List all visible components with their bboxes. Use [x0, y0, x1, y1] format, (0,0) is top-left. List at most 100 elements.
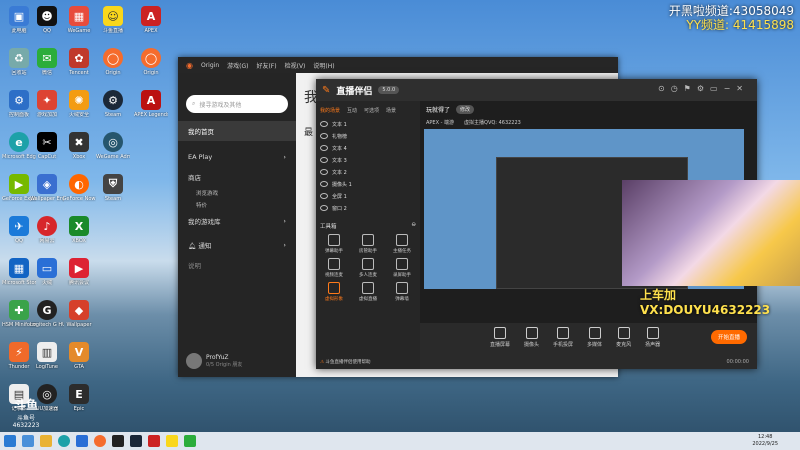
sidebar-sub-deals[interactable]: 特价 [178, 199, 296, 211]
desktop-icon[interactable]: ☻ QQ [30, 6, 64, 46]
taskbar-search-icon[interactable] [22, 435, 34, 447]
gta-icon: V [69, 342, 89, 362]
desktop-icon[interactable]: ◎WeGame Admin [96, 132, 130, 172]
sidebar-item-ea-play[interactable]: EA Play › [178, 147, 296, 167]
desktop-icon[interactable]: A APEX Legends [134, 90, 168, 130]
camera-button[interactable]: 摄像头 [524, 327, 539, 348]
capcut-icon: ✂ [37, 132, 57, 152]
avatar [186, 353, 202, 369]
source-item[interactable]: 礼物榜 [316, 130, 420, 142]
speaker-button[interactable]: 扬声器 [645, 327, 660, 348]
desktop-icon[interactable]: ▦ WeGame [62, 6, 96, 46]
tool-wall[interactable]: 弹幕墙 [385, 282, 419, 302]
desktop-icon[interactable]: ▶ 腾讯会议 [62, 258, 96, 298]
tool-virtual[interactable]: 虚拟直播 [351, 282, 385, 302]
tool-danmu[interactable]: 弹幕助手 [317, 234, 351, 254]
desktop-icon[interactable]: ◯ Origin [134, 48, 168, 88]
start-live-button[interactable]: 开始直播 [711, 330, 747, 344]
help-notice[interactable]: ⚠ 斗鱼直播伴侣使用帮助 [320, 359, 370, 365]
media-button[interactable]: 多媒体 [587, 327, 602, 348]
tool-admin[interactable]: 房管助手 [351, 234, 385, 254]
desktop-icon[interactable]: ✂ CapCut [30, 132, 64, 172]
menu-games[interactable]: 游戏(G) [227, 61, 248, 70]
menu-help[interactable]: 说明(H) [313, 61, 334, 70]
record-icon [396, 258, 408, 270]
desktop-icon[interactable]: E Epic [62, 384, 96, 424]
tool-avatar[interactable]: 虚拟形象 [317, 282, 351, 302]
desktop-icon[interactable]: ◆ Wallpaper [62, 300, 96, 340]
clock[interactable]: 12:48 2022/9/25 [752, 434, 778, 448]
chat-icon [328, 234, 340, 246]
wechat-taskbar-icon[interactable] [184, 435, 196, 447]
edge-taskbar-icon[interactable] [58, 435, 70, 447]
desktop-icon[interactable]: A APEX [134, 6, 168, 46]
mic-button[interactable]: 麦克风 [616, 327, 631, 348]
toolbox-header: 工具箱 ⊖ [320, 222, 416, 230]
menu-origin[interactable]: Origin [201, 62, 219, 69]
desktop-icon[interactable]: ▥ LogiTune [30, 342, 64, 382]
source-item[interactable]: 文本 4 [316, 142, 420, 154]
origin-titlebar[interactable]: ◉ Origin 游戏(G) 好友(F) 检视(V) 说明(H) [178, 57, 618, 73]
sidebar-item-notify[interactable]: 🔔︎ 通知 › [178, 235, 296, 255]
douyu-taskbar-icon[interactable] [166, 435, 178, 447]
menu-view[interactable]: 检视(V) [285, 61, 306, 70]
desktop-icon[interactable]: ◯ Origin [96, 48, 130, 88]
source-item[interactable]: 文本 1 [316, 118, 420, 130]
desktop-icon[interactable]: ✦ 游戏加加 [30, 90, 64, 130]
apex-taskbar-icon[interactable] [148, 435, 160, 447]
source-item[interactable]: 全屏 1 [316, 190, 420, 202]
menu-friends[interactable]: 好友(F) [256, 61, 276, 70]
window-controls[interactable]: ⊙◷⚑⚙▭−✕ [658, 84, 749, 93]
tab-my-scene[interactable]: 我的场景 [320, 107, 340, 114]
sidebar-item-store[interactable]: 商店 [178, 167, 296, 187]
collapse-icon[interactable]: ⊖ [411, 222, 416, 230]
douyu-titlebar[interactable]: ✎ 直播伴侣 5.0.0 ⊙◷⚑⚙▭−✕ [316, 79, 757, 101]
folder-icon[interactable] [40, 435, 52, 447]
edit-button[interactable]: 修改 [456, 104, 475, 114]
eye-icon [320, 121, 328, 127]
wegame-icon: ▦ [69, 6, 89, 26]
source-item[interactable]: 文本 2 [316, 166, 420, 178]
tool-task[interactable]: 主播任务 [385, 234, 419, 254]
screen-share-button[interactable]: 直播屏幕 [490, 327, 510, 348]
sidebar-sub-browse[interactable]: 浏览游戏 [178, 187, 296, 199]
store-taskbar-icon[interactable] [76, 435, 88, 447]
desktop-icon[interactable]: ☺ 斗鱼直播 [96, 6, 130, 46]
desktop-icon[interactable]: GLogitech G HUB [30, 300, 64, 340]
desktop-icons-col2: ☻QQ ✉微信 ✦游戏加加 ✂CapCut ◈Wallpaper Engine … [30, 6, 64, 424]
sidebar-item-home[interactable]: 我的首页 [178, 121, 296, 141]
douyu-left-panel: 我的场景 互动 可选项 场景 文本 1 礼物榜 文本 4 文本 3 文本 2 摄… [316, 101, 420, 369]
sidebar-item-library[interactable]: 我的游戏库 › [178, 211, 296, 231]
origin-search-input[interactable]: ⌕ 搜寻游戏及其他 [186, 95, 288, 113]
sidebar-item-help[interactable]: 说明 [178, 255, 296, 275]
tab-interact[interactable]: 互动 [347, 107, 357, 114]
desktop-icon[interactable]: ✖ Xbox [62, 132, 96, 172]
desktop-icon[interactable]: ⛨ Steam [96, 174, 130, 214]
desktop-icon[interactable]: ◈Wallpaper Engine [30, 174, 64, 214]
steam-taskbar-icon[interactable] [112, 435, 124, 447]
wallpaper-icon: ◆ [69, 300, 89, 320]
phone-cast-button[interactable]: 手机投屏 [553, 327, 573, 348]
desktop-icon[interactable]: ◐ GeForce Now [62, 174, 96, 214]
source-item[interactable]: 摄像头 1 [316, 178, 420, 190]
desktop-icon[interactable]: ♪ 网易云 [30, 216, 64, 256]
tool-video-link[interactable]: 视频连麦 [317, 258, 351, 278]
source-item[interactable]: 窗口 2 [316, 202, 420, 214]
origin-taskbar-icon[interactable] [94, 435, 106, 447]
app-taskbar-icon[interactable] [130, 435, 142, 447]
start-button[interactable] [4, 435, 16, 447]
user-profile[interactable]: ProfYuZ 0/5 Origin 朋友 [186, 353, 242, 369]
desktop-icon[interactable]: ✺ 火绒安全 [62, 90, 96, 130]
desktop-icon[interactable]: ▭ 火绒 [30, 258, 64, 298]
desktop-icon[interactable]: ✿ Tencent [62, 48, 96, 88]
desktop-icon[interactable]: ✉ 微信 [30, 48, 64, 88]
tab-options[interactable]: 可选项 [364, 107, 379, 114]
desktop-icon[interactable]: X XBOX [62, 216, 96, 256]
desktop-icon[interactable]: V GTA [62, 342, 96, 382]
tab-scene[interactable]: 场景 [386, 107, 396, 114]
desktop-icon[interactable]: ⚙ Steam [96, 90, 130, 130]
tool-record[interactable]: 录屏助手 [385, 258, 419, 278]
douyu-watermark: 斗鱼 斗鱼号 4632223 [12, 398, 40, 429]
tool-multi-link[interactable]: 多人连麦 [351, 258, 385, 278]
source-item[interactable]: 文本 3 [316, 154, 420, 166]
